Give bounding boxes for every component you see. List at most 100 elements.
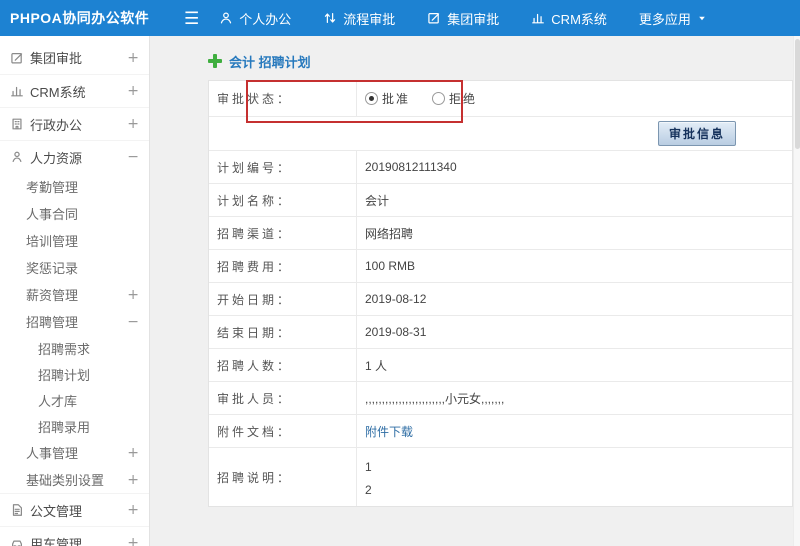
app-logo: PHPOA协同办公软件 xyxy=(10,10,150,26)
field-label: 招聘说明： xyxy=(209,448,357,506)
sidebar-item-5[interactable]: 人事合同 xyxy=(0,200,149,227)
nav-item-label: 个人办公 xyxy=(239,11,292,27)
expander-icon[interactable]: − xyxy=(127,314,139,330)
approval-status-row: 审批状态： 批准 拒绝 xyxy=(209,81,792,117)
edit-icon xyxy=(10,51,30,65)
sidebar-item-7[interactable]: 奖惩记录 xyxy=(0,254,149,281)
expander-icon[interactable]: + xyxy=(127,502,139,518)
page-title-row: 会计 招聘计划 xyxy=(208,48,800,74)
edit-icon xyxy=(427,11,441,25)
sidebar-item-label: 考勤管理 xyxy=(26,180,79,195)
form-row-0: 计划编号： 20190812111340 xyxy=(209,151,792,184)
expander-icon[interactable]: − xyxy=(127,149,139,165)
sidebar-item-11[interactable]: 招聘计划 xyxy=(0,361,149,387)
top-header: PHPOA协同办公软件 ☰ 个人办公 流程审批 集团审批 CRM系统 更多应用 xyxy=(0,0,800,36)
sidebar-item-label: 招聘录用 xyxy=(38,419,91,435)
expander-icon[interactable]: + xyxy=(127,472,139,488)
field-value: 20190812111340 xyxy=(365,160,457,174)
sidebar-item-label: 集团审批 xyxy=(30,51,83,66)
chart-icon xyxy=(531,11,545,25)
nav-item-4[interactable]: 更多应用 xyxy=(639,9,707,28)
nav-item-label: 流程审批 xyxy=(343,11,396,27)
form-row-7: 审批人员： ,,,,,,,,,,,,,,,,,,,,,,,,小元女,,,,,,, xyxy=(209,382,792,415)
sidebar-item-label: 人事管理 xyxy=(26,446,79,461)
field-label: 招聘费用： xyxy=(209,250,357,282)
nav-item-3[interactable]: CRM系统 xyxy=(531,9,607,28)
sidebar-item-label: 招聘需求 xyxy=(38,341,91,357)
sidebar-item-14[interactable]: 人事管理 + xyxy=(0,439,149,466)
sidebar-item-8[interactable]: 薪资管理 + xyxy=(0,281,149,308)
sidebar-item-label: 人事合同 xyxy=(26,207,79,222)
form-row-2: 招聘渠道： 网络招聘 xyxy=(209,217,792,250)
doc-icon xyxy=(10,503,30,517)
sidebar-item-9[interactable]: 招聘管理 − xyxy=(0,308,149,335)
sidebar-item-4[interactable]: 考勤管理 xyxy=(0,173,149,200)
radio-circle-icon[interactable] xyxy=(432,92,446,105)
nav-item-2[interactable]: 集团审批 xyxy=(427,9,499,28)
caret-down-icon xyxy=(697,13,707,23)
field-value: 1 2 xyxy=(365,460,372,497)
field-label: 招聘人数： xyxy=(209,349,357,381)
flow-icon xyxy=(323,11,337,25)
building-icon xyxy=(10,117,30,131)
page-scrollbar[interactable] xyxy=(793,36,800,546)
field-label: 招聘渠道： xyxy=(209,217,357,249)
form-row-6: 招聘人数： 1 人 xyxy=(209,349,792,382)
expander-icon[interactable]: + xyxy=(127,445,139,461)
sidebar-item-6[interactable]: 培训管理 xyxy=(0,227,149,254)
sidebar-item-1[interactable]: CRM系统 + xyxy=(0,74,149,107)
form-row-8: 附件文档： 附件下载 xyxy=(209,415,792,448)
expander-icon[interactable]: + xyxy=(127,116,139,132)
person-icon xyxy=(219,11,233,25)
sidebar-item-0[interactable]: 集团审批 + xyxy=(0,41,149,74)
nav-item-label: 集团审批 xyxy=(447,11,500,27)
sidebar-item-label: 招聘计划 xyxy=(38,367,91,383)
sidebar-item-2[interactable]: 行政办公 + xyxy=(0,107,149,140)
sidebar: 集团审批 + CRM系统 + 行政办公 + 人力资源 − 考勤管理 人事合同 培训管理 奖惩记录 薪资管… xyxy=(0,36,150,546)
approval-info-button[interactable]: 审批信息 xyxy=(657,121,736,146)
field-label: 审批人员： xyxy=(209,382,357,414)
attachment-download-link[interactable]: 附件下载 xyxy=(365,423,413,440)
sidebar-item-15[interactable]: 基础类别设置 + xyxy=(0,466,149,493)
sidebar-item-3[interactable]: 人力资源 − xyxy=(0,140,149,173)
radio-label: 拒绝 xyxy=(449,92,478,106)
radio-option-approve[interactable]: 批准 xyxy=(365,90,410,107)
add-plus-icon[interactable] xyxy=(208,54,222,68)
sidebar-item-13[interactable]: 招聘录用 xyxy=(0,413,149,439)
expander-icon[interactable]: + xyxy=(127,50,139,66)
page-title: 会计 招聘计划 xyxy=(229,54,311,70)
expander-icon[interactable]: + xyxy=(127,535,139,546)
field-value: 100 RMB xyxy=(365,259,416,273)
sidebar-item-label: 人才库 xyxy=(38,393,78,409)
field-label: 附件文档： xyxy=(209,415,357,447)
form-row-3: 招聘费用： 100 RMB xyxy=(209,250,792,283)
expander-icon[interactable]: + xyxy=(127,83,139,99)
expander-icon[interactable]: + xyxy=(127,287,139,303)
sidebar-item-label: 人力资源 xyxy=(30,150,83,166)
sidebar-item-label: 招聘管理 xyxy=(26,315,79,330)
form-rows: 计划编号： 20190812111340 计划名称： 会计 招聘渠道： 网络招聘 招聘费用：… xyxy=(209,151,792,506)
radio-circle-icon[interactable] xyxy=(365,92,378,105)
sidebar-item-12[interactable]: 人才库 xyxy=(0,387,149,413)
hamburger-icon[interactable]: ☰ xyxy=(184,10,199,27)
sidebar-item-17[interactable]: 用车管理 + xyxy=(0,526,149,546)
sidebar-item-label: 行政办公 xyxy=(30,117,83,133)
radio-label: 批准 xyxy=(382,92,411,106)
nav-item-0[interactable]: 个人办公 xyxy=(219,9,291,28)
field-value: 附件下载 xyxy=(357,415,792,447)
field-value: 会计 xyxy=(365,193,390,208)
nav-item-1[interactable]: 流程审批 xyxy=(323,9,395,28)
chart-icon xyxy=(10,84,30,98)
field-label: 计划编号： xyxy=(209,151,357,183)
form-row-1: 计划名称： 会计 xyxy=(209,184,792,217)
field-label: 结束日期： xyxy=(209,316,357,348)
recruitment-plan-form: 审批状态： 批准 拒绝 审批信息 计划编号： 20190812111340 计划名称：… xyxy=(208,80,793,507)
nav-item-label: CRM系统 xyxy=(551,11,607,27)
sidebar-item-label: 用车管理 xyxy=(30,536,83,546)
radio-option-reject[interactable]: 拒绝 xyxy=(432,90,477,107)
sidebar-item-10[interactable]: 招聘需求 xyxy=(0,335,149,361)
sidebar-item-16[interactable]: 公文管理 + xyxy=(0,493,149,526)
sidebar-item-label: 公文管理 xyxy=(30,503,83,519)
sidebar-item-label: 薪资管理 xyxy=(26,288,79,303)
scrollbar-thumb[interactable] xyxy=(795,39,800,149)
